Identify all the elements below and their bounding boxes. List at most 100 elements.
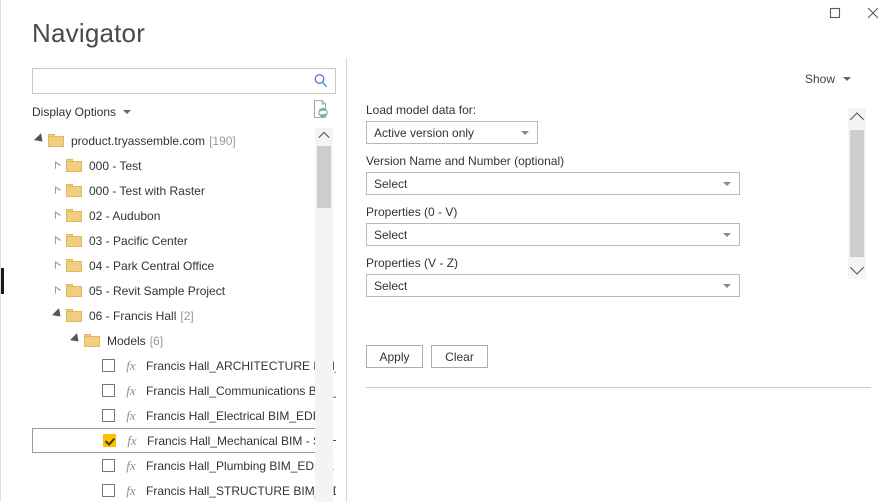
right-scroll-up-button[interactable] xyxy=(848,108,866,128)
function-fx-icon: fx xyxy=(127,432,137,448)
tree-expand-toggle[interactable] xyxy=(50,236,66,245)
tree-item-label: Models xyxy=(107,333,146,348)
tree-item-label: product.tryassemble.com xyxy=(71,133,206,148)
tree-row[interactable]: 03 - Pacific Center xyxy=(32,228,318,253)
tree-item-count: [2] xyxy=(180,308,194,323)
model-checkbox[interactable] xyxy=(102,484,115,497)
tree-collapse-toggle[interactable] xyxy=(68,333,84,346)
tree-row[interactable]: fx Francis Hall_Electrical BIM_EDDIE xyxy=(32,403,333,428)
collapsed-triangle-icon xyxy=(55,211,61,220)
tree-item-label: Francis Hall_Mechanical BIM - SCHE... xyxy=(147,433,336,448)
clear-button[interactable]: Clear xyxy=(431,345,488,368)
tree-row[interactable]: 04 - Park Central Office xyxy=(32,253,318,278)
tree-row[interactable]: fx Francis Hall_ARCHITECTURE BIM_20... xyxy=(32,353,336,378)
tree-row[interactable]: fx Francis Hall_Mechanical BIM - SCHE... xyxy=(32,428,336,453)
search-icon[interactable] xyxy=(312,72,330,90)
folder-icon xyxy=(66,284,82,297)
show-dropdown[interactable]: Show xyxy=(805,72,851,86)
tree-expand-toggle[interactable] xyxy=(50,186,66,195)
chevron-up-icon xyxy=(849,112,865,127)
apply-button[interactable]: Apply xyxy=(366,345,423,368)
function-fx-icon: fx xyxy=(126,482,136,498)
model-checkbox[interactable] xyxy=(102,359,115,372)
load-model-data-value: Active version only xyxy=(374,125,475,140)
tree-row[interactable]: 02 - Audubon xyxy=(32,203,318,228)
title-bar: Navigator xyxy=(1,0,880,58)
chevron-up-icon xyxy=(318,131,330,144)
tree-expand-toggle[interactable] xyxy=(50,161,66,170)
folder-icon xyxy=(66,209,82,222)
chevron-down-icon xyxy=(723,181,731,186)
maximize-icon xyxy=(829,7,841,19)
expanded-triangle-icon xyxy=(69,333,83,346)
right-panel: Show Load model data for: Active version… xyxy=(347,58,880,502)
collapsed-triangle-icon xyxy=(55,261,61,270)
refresh-document-icon[interactable] xyxy=(311,99,329,119)
right-scroll-down-button[interactable] xyxy=(848,259,866,279)
chevron-down-icon xyxy=(849,260,865,275)
tree-item-label: Francis Hall_ARCHITECTURE BIM_20... xyxy=(146,358,336,373)
tree-row[interactable]: fx Francis Hall_Communications BIM_E... xyxy=(32,378,336,403)
search-input[interactable] xyxy=(33,69,309,93)
chevron-down-icon xyxy=(123,110,132,114)
version-name-number-value: Select xyxy=(374,176,408,191)
model-checkbox-checked[interactable] xyxy=(103,434,116,447)
tree-scrollbar[interactable] xyxy=(315,128,333,502)
tree-collapse-toggle[interactable] xyxy=(32,133,48,146)
model-checkbox[interactable] xyxy=(102,459,115,472)
properties-vz-label: Properties (V - Z) xyxy=(366,256,459,270)
page-title: Navigator xyxy=(32,18,146,48)
tree-scroll-thumb[interactable] xyxy=(317,146,331,208)
tree-item-label: Francis Hall_Plumbing BIM_EDDIE xyxy=(146,458,335,473)
display-options-dropdown[interactable]: Display Options xyxy=(32,102,132,122)
left-panel: Display Options product.tryassemble.com[… xyxy=(1,58,346,502)
tree-expand-toggle[interactable] xyxy=(50,211,66,220)
load-model-data-label: Load model data for: xyxy=(366,103,477,117)
tree-item-label: 06 - Francis Hall xyxy=(89,308,177,323)
tree-item-label: 000 - Test xyxy=(89,158,142,173)
expanded-triangle-icon xyxy=(33,133,47,146)
tree-row[interactable]: fx Francis Hall_STRUCTURE BIM_ EDDIE xyxy=(32,478,336,502)
tree-collapse-toggle[interactable] xyxy=(50,308,66,321)
model-checkbox[interactable] xyxy=(102,409,115,422)
show-label: Show xyxy=(804,72,835,86)
tree-item-count: [6] xyxy=(149,333,164,348)
version-name-number-select[interactable]: Select xyxy=(366,172,740,195)
function-fx-icon: fx xyxy=(126,407,136,423)
function-fx-icon: fx xyxy=(126,457,136,473)
tree-item-label: 000 - Test with Raster xyxy=(89,183,205,198)
tree-row[interactable]: 000 - Test xyxy=(32,153,318,178)
tree-scroll-up-button[interactable] xyxy=(315,128,333,144)
tree-row[interactable]: 000 - Test with Raster xyxy=(32,178,318,203)
folder-icon xyxy=(66,309,82,322)
tree-row[interactable]: product.tryassemble.com [190] xyxy=(32,128,318,153)
folder-icon xyxy=(66,184,82,197)
tree-expand-toggle[interactable] xyxy=(50,261,66,270)
properties-0v-value: Select xyxy=(374,227,408,242)
search-box[interactable] xyxy=(32,68,336,94)
tree-row[interactable]: fx Francis Hall_Plumbing BIM_EDDIE xyxy=(32,453,334,478)
form-buttons: Apply Clear xyxy=(366,345,488,368)
function-fx-icon: fx xyxy=(126,357,136,373)
properties-0v-select[interactable]: Select xyxy=(366,223,740,246)
close-button[interactable] xyxy=(851,0,880,26)
tree-row[interactable]: 06 - Francis Hall [2] xyxy=(32,303,318,328)
chevron-down-icon xyxy=(521,130,529,135)
model-checkbox[interactable] xyxy=(102,384,115,397)
tree-item-label: 05 - Revit Sample Project xyxy=(89,283,226,298)
right-scroll-thumb[interactable] xyxy=(850,130,864,257)
tree-expand-toggle[interactable] xyxy=(50,286,66,295)
tree-row[interactable]: Models [6] xyxy=(32,328,318,353)
right-panel-scrollbar[interactable] xyxy=(848,108,866,279)
tree-row[interactable]: 05 - Revit Sample Project xyxy=(32,278,318,303)
load-model-data-select[interactable]: Active version only xyxy=(366,121,538,144)
close-icon xyxy=(867,7,879,19)
collapsed-triangle-icon xyxy=(55,161,61,170)
properties-vz-select[interactable]: Select xyxy=(366,274,740,297)
model-tree: product.tryassemble.com [190] 000 - Test 00… xyxy=(32,128,336,502)
folder-icon xyxy=(48,134,64,147)
properties-vz-value: Select xyxy=(374,278,408,293)
tree-item-label: 04 - Park Central Office xyxy=(89,258,215,273)
function-fx-icon: fx xyxy=(126,382,136,398)
expanded-triangle-icon xyxy=(51,308,65,321)
